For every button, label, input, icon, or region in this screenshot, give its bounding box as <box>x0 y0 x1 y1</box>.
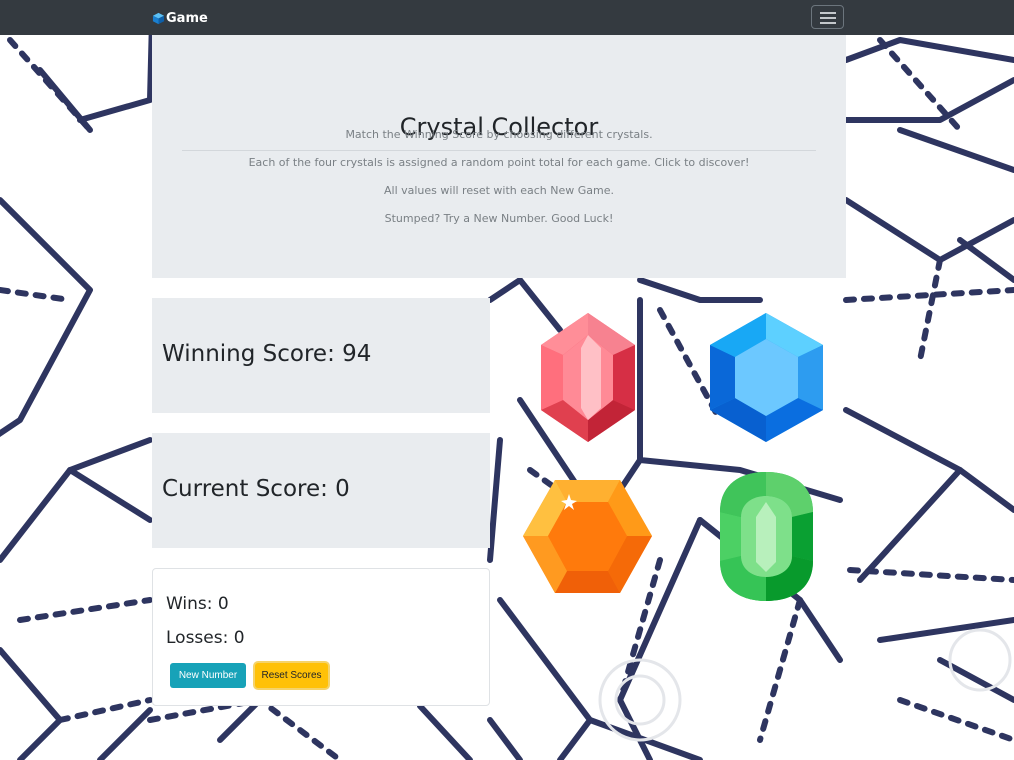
green-crystal[interactable] <box>720 472 813 601</box>
winning-score: Winning Score: 94 <box>162 341 372 367</box>
instruction-line: All values will reset with each New Game… <box>383 184 615 197</box>
title-divider <box>182 150 816 151</box>
navbar-brand[interactable]: Game <box>152 9 208 27</box>
winning-score-panel: Winning Score: 94 <box>152 298 490 413</box>
navbar-toggler-button[interactable] <box>811 5 844 29</box>
instruction-line: Each of the four crystals is assigned a … <box>248 156 750 169</box>
current-score: Current Score: 0 <box>162 476 350 502</box>
brand-label: Game <box>166 10 208 26</box>
red-crystal[interactable] <box>541 313 635 442</box>
cube-icon <box>152 12 165 24</box>
current-score-panel: Current Score: 0 <box>152 433 490 548</box>
new-number-button[interactable]: New Number <box>170 663 246 688</box>
reset-scores-button[interactable]: Reset Scores <box>255 663 328 688</box>
hamburger-icon <box>820 12 836 14</box>
instruction-line: Stumped? Try a New Number. Good Luck! <box>384 212 614 225</box>
blue-crystal[interactable] <box>710 313 823 442</box>
orange-crystal[interactable] <box>523 480 652 593</box>
losses-count: Losses: 0 <box>166 628 245 648</box>
instruction-line: Match the Winning Score by choosing diff… <box>345 128 653 141</box>
wins-count: Wins: 0 <box>166 594 229 614</box>
top-navbar: Game <box>0 0 1014 35</box>
instructions-panel: Crystal Collector Match the Winning Scor… <box>152 35 846 278</box>
